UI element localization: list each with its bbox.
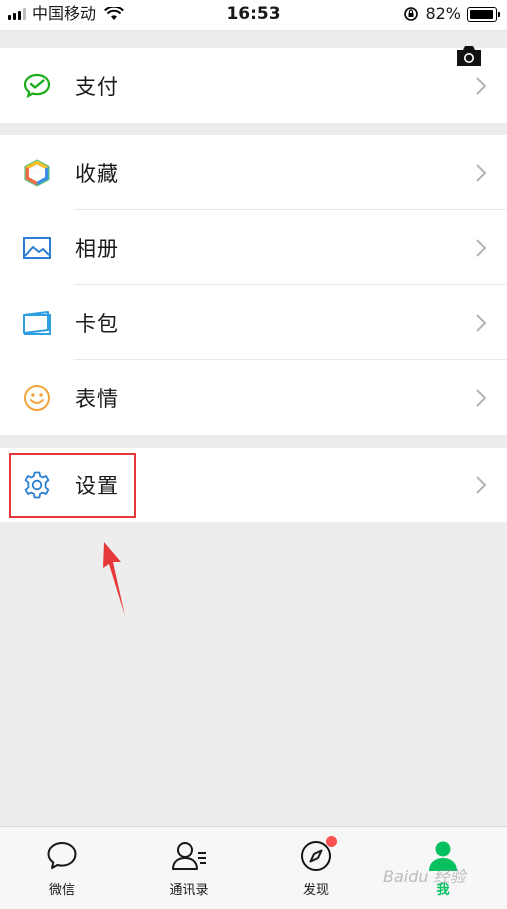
chevron-right-icon bbox=[476, 238, 487, 257]
status-bar: 中国移动 16:53 82% bbox=[0, 0, 507, 30]
menu-item-album[interactable]: 相册 bbox=[0, 210, 507, 285]
chevron-right-icon bbox=[476, 163, 487, 182]
chevron-right-icon bbox=[476, 388, 487, 407]
status-right: 82% bbox=[403, 4, 500, 23]
menu-group-pay: 支付 bbox=[0, 48, 507, 123]
battery-percentage: 82% bbox=[425, 4, 461, 23]
menu-item-card-wallet[interactable]: 卡包 bbox=[0, 285, 507, 360]
camera-icon[interactable] bbox=[455, 44, 483, 68]
chevron-right-icon bbox=[476, 76, 487, 95]
menu-item-label: 卡包 bbox=[75, 311, 119, 336]
top-strip bbox=[0, 30, 507, 49]
chat-bubble-icon bbox=[47, 842, 77, 869]
menu-group-tools: 收藏 相册 卡包 表情 bbox=[0, 135, 507, 435]
menu-item-label: 相册 bbox=[75, 236, 119, 261]
wechat-pay-icon bbox=[22, 71, 52, 101]
tab-bar: 微信 通讯录 发现 我 Baidu 经验 bbox=[0, 826, 507, 909]
battery-icon bbox=[467, 6, 500, 22]
contacts-icon bbox=[172, 842, 206, 870]
menu-item-favorites[interactable]: 收藏 bbox=[0, 135, 507, 210]
sticker-smile-icon bbox=[22, 383, 52, 413]
chevron-right-icon bbox=[476, 476, 487, 494]
menu-item-stickers[interactable]: 表情 bbox=[0, 360, 507, 435]
menu-item-pay[interactable]: 支付 bbox=[0, 48, 507, 123]
tab-discover[interactable]: 发现 bbox=[266, 827, 366, 909]
menu-item-label: 支付 bbox=[75, 74, 119, 99]
red-arrow-annotation bbox=[103, 542, 125, 616]
notification-dot bbox=[326, 836, 337, 847]
tab-label: 通讯录 bbox=[169, 883, 209, 898]
tab-label: 发现 bbox=[302, 883, 329, 898]
tab-label: 微信 bbox=[48, 883, 75, 898]
watermark: Baidu 经验 bbox=[383, 867, 466, 886]
menu-item-label: 收藏 bbox=[75, 161, 119, 186]
orientation-lock-icon bbox=[404, 7, 419, 21]
tab-contacts[interactable]: 通讯录 bbox=[139, 827, 239, 909]
favorites-cube-icon bbox=[22, 158, 52, 188]
card-wallet-icon bbox=[22, 308, 52, 338]
menu-item-label: 表情 bbox=[75, 386, 119, 411]
tab-chats[interactable]: 微信 bbox=[12, 827, 112, 909]
chevron-right-icon bbox=[476, 313, 487, 332]
album-icon bbox=[22, 233, 52, 263]
highlight-box bbox=[9, 453, 136, 518]
